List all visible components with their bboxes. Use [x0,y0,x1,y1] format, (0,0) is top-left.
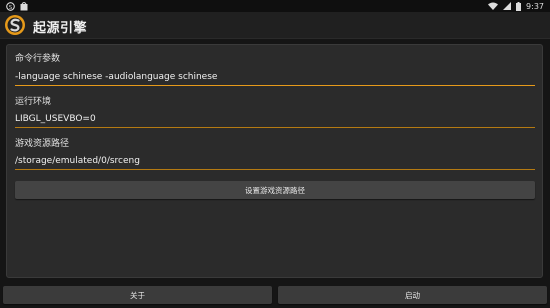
battery-icon [516,1,522,11]
app-bar: 起源引擎 [0,12,550,39]
env-label: 运行环境 [15,97,52,107]
app-notification-icon: S [6,1,15,11]
wifi-icon [488,1,499,11]
about-button[interactable]: 关于 [3,286,272,304]
game-path-input[interactable]: /storage/emulated/0/srceng [15,155,535,170]
signal-icon [503,1,512,11]
app-title: 起源引擎 [33,21,88,36]
cmd-args-label: 命令行参数 [15,54,61,64]
set-game-path-button[interactable]: 设置游戏资源路径 [15,181,535,199]
launch-button[interactable]: 启动 [278,286,547,304]
game-path-label: 游戏资源路径 [15,139,70,149]
env-input[interactable]: LIBGL_USEVBO=0 [15,113,535,128]
status-bar-left: S [6,1,28,11]
status-bar: S 9:37 [0,0,550,12]
settings-panel: 命令行参数 -language schinese -audiolanguage … [6,44,543,278]
cmd-args-input[interactable]: -language schinese -audiolanguage schine… [15,71,535,86]
store-icon [20,1,28,11]
status-time: 9:37 [526,1,544,11]
status-bar-right: 9:37 [488,1,544,11]
app-logo-icon [4,14,26,36]
svg-text:S: S [9,4,13,10]
